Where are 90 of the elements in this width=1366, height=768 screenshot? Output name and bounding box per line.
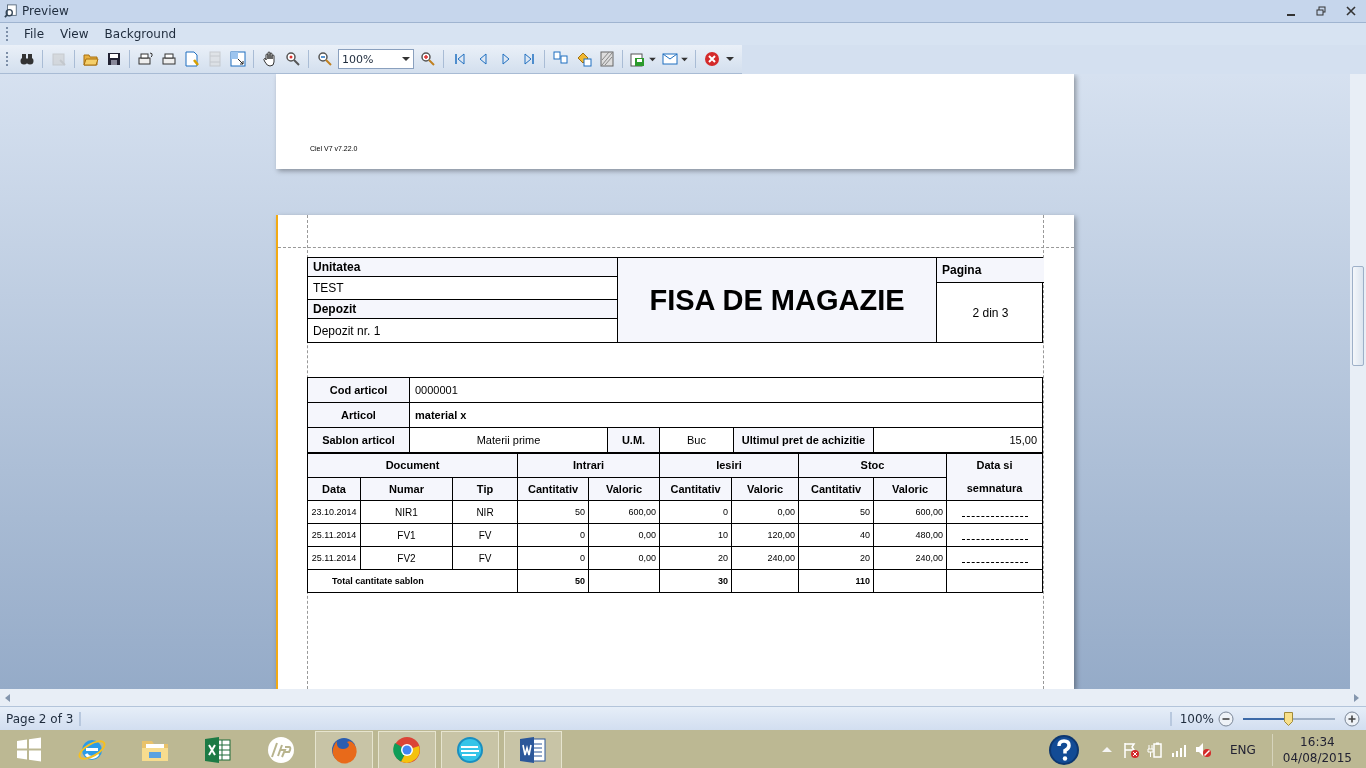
horizontal-scrollbar[interactable]: [0, 689, 1366, 706]
taskbar-button[interactable]: [315, 731, 373, 768]
spreadsheet-icon: [202, 734, 234, 766]
total-cell: 110: [798, 569, 874, 593]
menu-item[interactable]: Background: [97, 25, 184, 43]
document-app-icon: [517, 734, 549, 766]
speaker-muted-icon[interactable]: [1193, 741, 1212, 759]
striped-ball-icon: [454, 734, 486, 766]
caret-icon: [681, 56, 688, 62]
language-indicator[interactable]: ENG: [1217, 743, 1266, 757]
table-cell: 0,00: [731, 500, 799, 524]
zoom-combo[interactable]: 100%: [338, 49, 414, 69]
page-indicator: Page 2 of 3: [6, 711, 82, 726]
preview-icon: [4, 4, 18, 18]
field-label: Cod articol: [308, 378, 410, 403]
table-cell: 600,00: [873, 500, 947, 524]
scroll-left-icon[interactable]: [4, 693, 12, 702]
column-group-header: Stoc: [798, 453, 947, 477]
window-title: Preview: [22, 4, 69, 18]
field-label: Articol: [308, 403, 410, 428]
taskbar-button[interactable]: [441, 731, 499, 768]
table-cell: 25.11.2014: [307, 523, 361, 547]
round-browser-icon: [391, 734, 423, 766]
clock[interactable]: 16:34 04/08/2015: [1271, 734, 1366, 766]
total-cell: 30: [659, 569, 732, 593]
close-icon: [1346, 6, 1356, 16]
table-cell: 0: [517, 523, 589, 547]
table-cell: 10: [659, 523, 732, 547]
table-cell: FV: [452, 546, 518, 570]
column-group-header: Intrari: [517, 453, 660, 477]
report-title: FISA DE MAGAZIE: [618, 258, 937, 342]
column-header: Data si semnatura: [946, 453, 1043, 501]
menu-item[interactable]: View: [53, 25, 96, 43]
field-label: U.M.: [608, 428, 660, 453]
depot-label: Depozit: [308, 300, 618, 319]
table-cell: 0: [517, 546, 589, 570]
taskbar-button[interactable]: [378, 731, 436, 768]
minus-icon: [1218, 710, 1234, 727]
caret-icon: [402, 56, 410, 62]
scroll-right-icon[interactable]: [1352, 693, 1360, 702]
table-cell: 600,00: [588, 500, 660, 524]
help-icon[interactable]: [1047, 734, 1080, 766]
table-cell: 0,00: [588, 546, 660, 570]
table-cell: 240,00: [731, 546, 799, 570]
plus-icon: [1344, 710, 1360, 727]
table-cell: FV: [452, 523, 518, 547]
zoom-in-button[interactable]: [1344, 710, 1360, 727]
caret-icon: [726, 56, 734, 62]
table-cell: 50: [517, 500, 589, 524]
table-cell: 40: [798, 523, 874, 547]
table-cell: 20: [659, 546, 732, 570]
signature-line: [961, 561, 1028, 563]
table-cell: 20: [798, 546, 874, 570]
table-cell: FV1: [360, 523, 453, 547]
total-label: Total cantitate sablon: [307, 569, 518, 593]
field-label: Ultimul pret de achizitie: [734, 428, 874, 453]
page-number: 2 din 3: [971, 304, 1010, 322]
field-label: Sablon articol: [308, 428, 410, 453]
taskbar-button[interactable]: [504, 731, 562, 768]
zoom-out-button[interactable]: [1218, 710, 1234, 727]
minimize-icon: [1287, 14, 1295, 16]
field-value: 0000001: [410, 378, 1043, 403]
table-cell: 240,00: [873, 546, 947, 570]
table-cell: 0: [659, 500, 732, 524]
flag-icon[interactable]: [1121, 741, 1140, 759]
zoom-slider[interactable]: [1243, 710, 1335, 727]
table-cell: NIR1: [360, 500, 453, 524]
zoom-percent: 100%: [1169, 711, 1214, 726]
slider-thumb[interactable]: [1284, 711, 1294, 726]
vertical-scrollbar[interactable]: [1350, 74, 1366, 689]
column-group-header: Document: [307, 453, 518, 477]
table-cell: 50: [798, 500, 874, 524]
column-header: Data: [307, 477, 361, 501]
table-cell: NIR: [452, 500, 518, 524]
signature-line: [961, 515, 1028, 517]
restore-icon: [1316, 6, 1326, 16]
table-cell: 23.10.2014: [307, 500, 361, 524]
unit-label: Unitatea: [308, 258, 618, 277]
table-cell: 25.11.2014: [307, 546, 361, 570]
table-cell: 480,00: [873, 523, 947, 547]
column-group-header: Iesiri: [659, 453, 799, 477]
signature-line: [961, 538, 1028, 540]
menu-item[interactable]: File: [17, 25, 52, 43]
table-cell: 120,00: [731, 523, 799, 547]
caret-icon: [649, 56, 656, 62]
page-label: Pagina: [937, 258, 1044, 283]
battery-icon[interactable]: [1145, 741, 1164, 759]
total-cell: 50: [517, 569, 589, 593]
table-cell: FV2: [360, 546, 453, 570]
table-cell: 0,00: [588, 523, 660, 547]
